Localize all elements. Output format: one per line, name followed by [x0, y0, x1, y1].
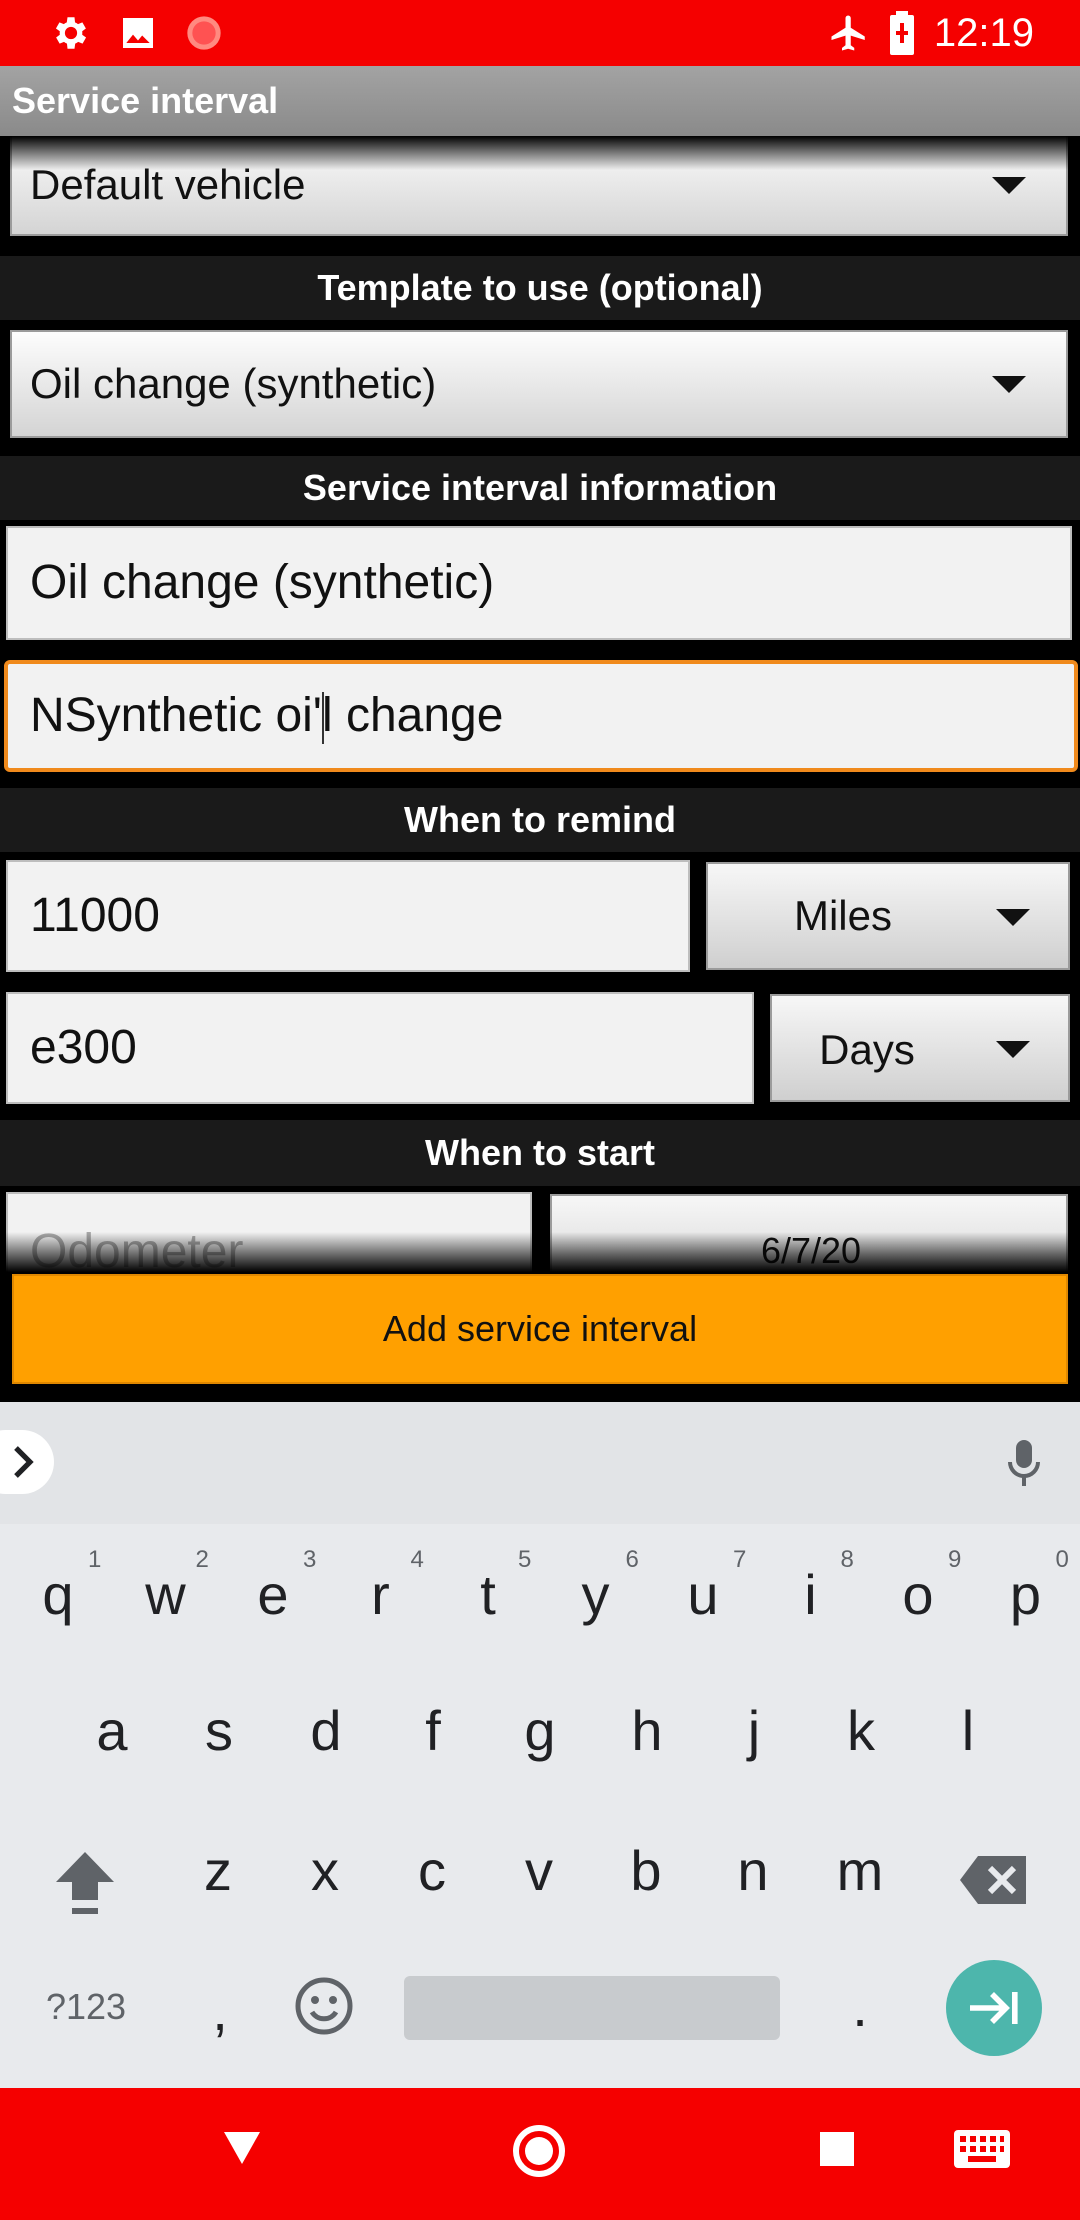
- clock: 12:19: [933, 11, 1034, 55]
- key-f[interactable]: f: [393, 1698, 473, 1763]
- key-t-number-hint: 5: [518, 1546, 532, 1573]
- backspace-icon[interactable]: [958, 1854, 1030, 1906]
- name-field[interactable]: Oil change (synthetic): [6, 526, 1072, 640]
- form-scroll-area[interactable]: Default vehicle Template to use (optiona…: [0, 136, 1080, 1272]
- comma-key[interactable]: ,: [180, 1978, 260, 2043]
- suggestion-strip: [0, 1402, 1080, 1524]
- key-g[interactable]: g: [500, 1698, 580, 1763]
- key-o-number-hint: 9: [948, 1546, 962, 1573]
- key-q-number-hint: 1: [88, 1546, 102, 1573]
- key-r-number-hint: 4: [410, 1546, 424, 1573]
- key-e-number-hint: 3: [303, 1546, 317, 1573]
- distance-field[interactable]: 11000: [6, 860, 690, 972]
- key-r[interactable]: r: [341, 1562, 421, 1627]
- shift-icon[interactable]: [52, 1848, 118, 1918]
- chevron-down-icon: [992, 376, 1026, 393]
- key-w-number-hint: 2: [195, 1546, 209, 1573]
- template-spinner[interactable]: Oil change (synthetic): [10, 330, 1068, 438]
- key-a[interactable]: a: [72, 1698, 152, 1763]
- soft-keyboard: q1w2e3r4t5y6u7i8o9p0 asdfghjkl zxcvbnm ?…: [0, 1402, 1080, 2088]
- key-y-number-hint: 6: [625, 1546, 639, 1573]
- time-field[interactable]: e300: [6, 992, 754, 1104]
- key-k[interactable]: k: [821, 1698, 901, 1763]
- status-bar: 12:19: [0, 0, 1080, 66]
- emoji-icon[interactable]: [294, 1976, 354, 2036]
- chevron-down-icon: [992, 177, 1026, 194]
- key-p-number-hint: 0: [1055, 1546, 1069, 1573]
- key-y[interactable]: y: [556, 1562, 636, 1627]
- key-q[interactable]: q: [18, 1562, 98, 1627]
- period-key[interactable]: .: [820, 1974, 900, 2039]
- key-o[interactable]: o: [878, 1562, 958, 1627]
- key-i-number-hint: 8: [840, 1546, 854, 1573]
- key-s[interactable]: s: [179, 1698, 259, 1763]
- key-u-number-hint: 7: [733, 1546, 747, 1573]
- chevron-down-icon: [996, 1041, 1030, 1058]
- key-p[interactable]: p: [986, 1562, 1066, 1627]
- navigation-bar: [0, 2088, 1080, 2220]
- keyboard-icon[interactable]: [954, 2130, 1010, 2168]
- chevron-right-icon: [14, 1446, 34, 1478]
- text-cursor: [322, 692, 324, 744]
- key-e[interactable]: e: [233, 1562, 313, 1627]
- description-field[interactable]: NSynthetic oi'l change: [4, 660, 1078, 772]
- distance-field-value: 11000: [30, 889, 160, 942]
- key-h[interactable]: h: [607, 1698, 687, 1763]
- gear-icon: [50, 0, 92, 66]
- key-j[interactable]: j: [714, 1698, 794, 1763]
- key-d[interactable]: d: [286, 1698, 366, 1763]
- title-bar: Service interval: [0, 66, 1080, 136]
- add-service-interval-button[interactable]: Add service interval: [12, 1274, 1068, 1384]
- microphone-icon[interactable]: [1004, 1438, 1044, 1490]
- time-unit-value: Days: [819, 1026, 915, 1073]
- key-m[interactable]: m: [820, 1838, 900, 1903]
- time-field-value: e300: [30, 1021, 137, 1074]
- key-u[interactable]: u: [663, 1562, 743, 1627]
- distance-unit-spinner[interactable]: Miles: [706, 862, 1070, 970]
- space-key[interactable]: [404, 1976, 780, 2040]
- key-l[interactable]: l: [928, 1698, 1008, 1763]
- key-t[interactable]: t: [448, 1562, 528, 1627]
- key-z[interactable]: z: [178, 1838, 258, 1903]
- back-icon[interactable]: [222, 2130, 262, 2166]
- next-action-key[interactable]: [946, 1960, 1042, 2056]
- image-icon: [118, 0, 158, 66]
- scroll-fade-top: [0, 136, 1080, 170]
- info-header: Service interval information: [0, 456, 1080, 520]
- start-header: When to start: [0, 1120, 1080, 1186]
- name-field-value: Oil change (synthetic): [30, 556, 495, 609]
- expand-suggestions-button[interactable]: [0, 1430, 54, 1494]
- page-title: Service interval: [12, 80, 279, 121]
- description-field-value: NSynthetic oi'l change: [30, 689, 504, 742]
- remind-header: When to remind: [0, 788, 1080, 852]
- add-service-interval-label: Add service interval: [382, 1308, 698, 1349]
- airplane-icon: [828, 0, 870, 66]
- key-v[interactable]: v: [499, 1838, 579, 1903]
- chevron-down-icon: [996, 909, 1030, 926]
- key-c[interactable]: c: [392, 1838, 472, 1903]
- battery-charging-icon: [888, 0, 916, 66]
- distance-unit-value: Miles: [793, 892, 892, 939]
- template-spinner-value: Oil change (synthetic): [30, 360, 437, 407]
- record-icon: [184, 0, 224, 66]
- time-unit-spinner[interactable]: Days: [770, 994, 1070, 1102]
- key-i[interactable]: i: [771, 1562, 851, 1627]
- tab-next-icon: [970, 1992, 1018, 2024]
- scroll-fade-bottom: [0, 1232, 1080, 1272]
- key-n[interactable]: n: [713, 1838, 793, 1903]
- key-w[interactable]: w: [126, 1562, 206, 1627]
- recents-icon[interactable]: [820, 2132, 854, 2166]
- home-icon[interactable]: [512, 2124, 566, 2178]
- key-x[interactable]: x: [285, 1838, 365, 1903]
- template-header: Template to use (optional): [0, 256, 1080, 320]
- symbols-key[interactable]: ?123: [36, 1986, 136, 2028]
- key-b[interactable]: b: [606, 1838, 686, 1903]
